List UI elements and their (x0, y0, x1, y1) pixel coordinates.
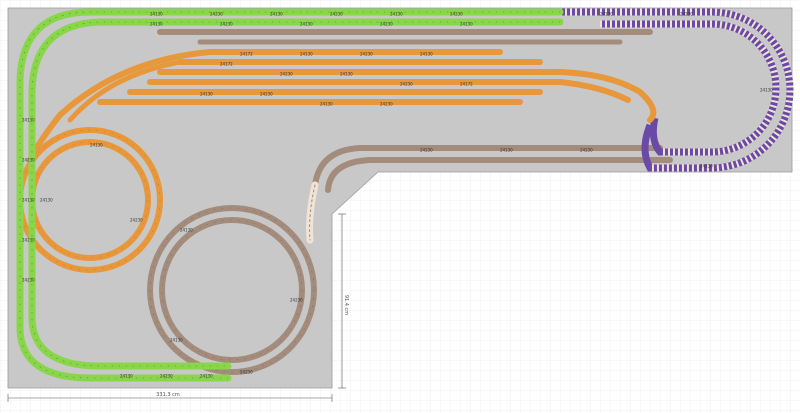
track-piece-label: 24130 (340, 72, 353, 77)
track-piece-label: 24130 (180, 228, 193, 233)
track-piece-label: 24172 (220, 62, 233, 67)
track-piece-label: 24130 (420, 52, 433, 57)
track-piece-label: 24130 (300, 52, 313, 57)
track-piece-label: 24230 (450, 12, 463, 17)
track-piece-label: 24230 (130, 218, 143, 223)
track-piece-label: 24130 (200, 374, 213, 379)
track-piece-label: 24230 (290, 298, 303, 303)
track-piece-label: 24130 (22, 198, 35, 203)
track-piece-label: 24230 (580, 148, 593, 153)
track-piece-label: 24130 (390, 12, 403, 17)
track-piece-label: 24130 (760, 88, 773, 93)
track-piece-label: 24130 (40, 198, 53, 203)
track-piece-label: 24130 (500, 148, 513, 153)
track-piece-label: 24172 (460, 82, 473, 87)
track-piece-label: 24230 (260, 92, 273, 97)
track-piece-label: 24230 (220, 22, 233, 27)
track-piece-label: 24130 (150, 22, 163, 27)
track-piece-label: 24230 (380, 22, 393, 27)
track-piece-label: 24230 (22, 238, 35, 243)
track-piece-label: 24230 (400, 82, 413, 87)
track-piece-label: 24230 (420, 148, 433, 153)
width-dimension-label: 331.3 cm (156, 392, 180, 398)
track-piece-label: 24130 (300, 22, 313, 27)
track-piece-label: 24130 (270, 12, 283, 17)
track-piece-label: 24230 (360, 52, 373, 57)
track-plan-canvas: 331.3 cm 91.4 cm 24130 24230 24130 24230… (0, 0, 800, 413)
track-piece-label: 24130 (460, 22, 473, 27)
track-piece-label: 24230 (280, 72, 293, 77)
track-piece-label: 24130 (170, 338, 183, 343)
track-piece-label: 24230 (330, 12, 343, 17)
track-piece-label: 24130 (200, 92, 213, 97)
track-piece-label: 24130 (600, 12, 613, 17)
track-piece-label: 24130 (90, 143, 103, 148)
track-piece-label: 24230 (680, 12, 693, 17)
track-piece-label: 24130 (320, 102, 333, 107)
track-piece-label: 24130 (150, 12, 163, 17)
track-piece-label: 24230 (160, 374, 173, 379)
track-piece-label: 24130 (120, 374, 133, 379)
track-piece-label: 24230 (380, 102, 393, 107)
height-dimension-label: 91.4 cm (343, 295, 349, 315)
track-piece-label: 24130 (22, 118, 35, 123)
track-piece-label: 24230 (22, 278, 35, 283)
track-piece-label: 24230 (240, 370, 253, 375)
track-piece-label: 24172 (240, 52, 253, 57)
track-piece-label: 24230 (700, 164, 713, 169)
track-piece-label: 24230 (22, 158, 35, 163)
track-piece-label: 24230 (210, 12, 223, 17)
